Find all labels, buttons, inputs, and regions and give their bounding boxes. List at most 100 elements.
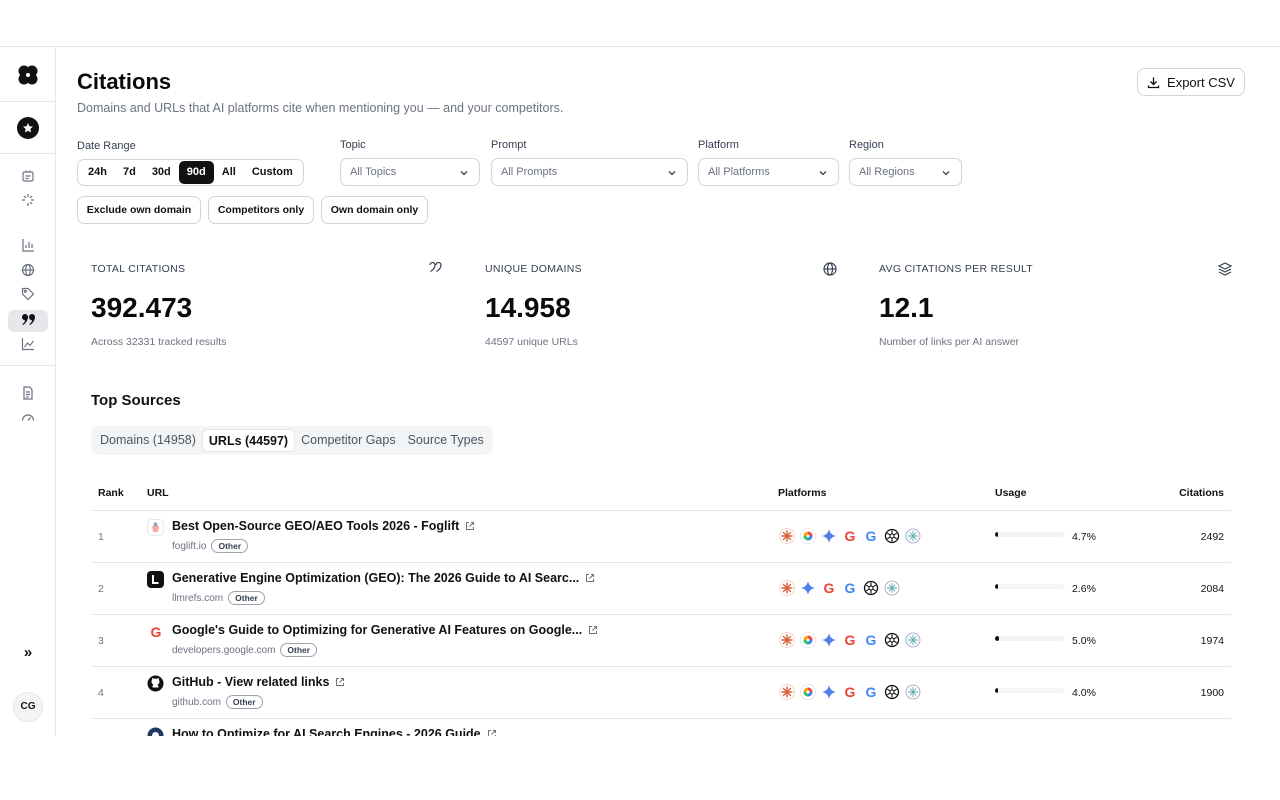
- sidebar-divider: [0, 101, 56, 102]
- tab-urls[interactable]: URLs (44597): [201, 429, 296, 452]
- date-option-all[interactable]: All: [214, 161, 244, 184]
- tab-competitor-gaps[interactable]: Competitor Gaps: [295, 429, 401, 452]
- column-usage: Usage: [995, 487, 1027, 499]
- row-rank: 3: [98, 635, 104, 647]
- row-platforms: GG: [778, 579, 901, 597]
- external-link-icon[interactable]: [335, 677, 345, 687]
- topic-label: Topic: [340, 139, 366, 151]
- sidebar-expand-button[interactable]: »: [18, 643, 38, 663]
- external-link-icon[interactable]: [487, 729, 497, 736]
- table-row[interactable]: 3 G Google's Guide to Optimizing for Gen…: [91, 615, 1231, 667]
- topic-select[interactable]: All Topics: [340, 158, 480, 186]
- llmrefs-icon: [147, 571, 164, 588]
- gemini-icon: [820, 527, 838, 545]
- sidebar-item-performance[interactable]: [18, 407, 38, 427]
- column-citations: Citations: [1179, 487, 1224, 499]
- deepseek-icon: [904, 527, 922, 545]
- foglift-icon: [147, 519, 164, 536]
- stat-value: 12.1: [879, 292, 934, 323]
- row-domain-text: llmrefs.com: [172, 592, 224, 604]
- region-select[interactable]: All Regions: [849, 158, 962, 186]
- row-domain: github.com Other: [172, 695, 263, 709]
- deepseek-icon: [883, 579, 901, 597]
- stat-label: TOTAL CITATIONS: [91, 263, 186, 275]
- external-link-icon[interactable]: [585, 573, 595, 583]
- sidebar-item-citations[interactable]: [8, 310, 48, 332]
- platform-select-value: All Platforms: [708, 166, 770, 178]
- row-rank: 1: [98, 531, 104, 543]
- page-title: Citations: [77, 69, 172, 94]
- sidebar-item-topics[interactable]: [18, 284, 38, 304]
- row-platforms: GG: [778, 631, 922, 649]
- row-url-title[interactable]: GitHub - View related links: [172, 675, 345, 689]
- sidebar-item-insights[interactable]: [18, 190, 38, 210]
- globe-icon: [823, 262, 837, 276]
- row-url-title[interactable]: How to Optimize for AI Search Engines - …: [172, 727, 497, 736]
- google-icon: G: [147, 623, 164, 640]
- layers-icon: [1217, 262, 1233, 276]
- sidebar-item-overview[interactable]: [18, 166, 38, 186]
- source-type-badge: Other: [280, 643, 318, 657]
- platform-label: Platform: [698, 139, 739, 151]
- chevron-down-icon: [460, 171, 468, 176]
- usage-bar-fill: [995, 636, 999, 641]
- region-label: Region: [849, 139, 884, 151]
- row-rank: 4: [98, 687, 104, 699]
- svg-text:G: G: [824, 580, 835, 596]
- usage-bar: [995, 688, 1065, 693]
- table-row[interactable]: 5 How to Optimize for AI Search Engines …: [91, 719, 1231, 736]
- claude-icon: [778, 527, 796, 545]
- google-icon: G: [841, 527, 859, 545]
- row-url-title[interactable]: Google's Guide to Optimizing for Generat…: [172, 623, 598, 637]
- tab-source-types[interactable]: Source Types: [402, 429, 490, 452]
- row-rank: 2: [98, 583, 104, 595]
- google-icon: G: [841, 683, 859, 701]
- user-avatar[interactable]: CG: [13, 692, 43, 722]
- competitors-only-toggle[interactable]: Competitors only: [208, 196, 314, 224]
- usage-bar: [995, 532, 1065, 537]
- date-option-30d[interactable]: 30d: [144, 161, 179, 184]
- stat-note: 44597 unique URLs: [485, 336, 578, 348]
- date-option-24h[interactable]: 24h: [80, 161, 115, 184]
- table-row[interactable]: 2 Generative Engine Optimization (GEO): …: [91, 563, 1231, 615]
- row-usage: 5.0%: [1072, 635, 1096, 647]
- clover-logo-icon[interactable]: [14, 61, 42, 89]
- svg-text:G: G: [866, 632, 877, 648]
- external-link-icon[interactable]: [588, 625, 598, 635]
- row-domain: llmrefs.com Other: [172, 591, 265, 605]
- row-usage: 2.6%: [1072, 583, 1096, 595]
- exclude-own-domain-toggle[interactable]: Exclude own domain: [77, 196, 201, 224]
- row-url-title[interactable]: Best Open-Source GEO/AEO Tools 2026 - Fo…: [172, 519, 475, 533]
- own-domain-only-toggle[interactable]: Own domain only: [321, 196, 428, 224]
- perplexity-icon: [799, 683, 817, 701]
- usage-bar-fill: [995, 688, 998, 693]
- sidebar-item-analytics[interactable]: [18, 235, 38, 255]
- sidebar-item-trends[interactable]: [18, 334, 38, 354]
- tab-domains[interactable]: Domains (14958): [94, 429, 202, 452]
- prompt-select-value: All Prompts: [501, 166, 558, 178]
- prompt-label: Prompt: [491, 139, 527, 151]
- table-header: Rank URL Platforms Usage Citations: [91, 474, 1231, 511]
- row-citations: 2084: [1200, 583, 1224, 595]
- usage-bar-fill: [995, 584, 998, 589]
- source-type-badge: Other: [228, 591, 265, 605]
- org-switcher-icon[interactable]: [17, 117, 39, 139]
- platform-select[interactable]: All Platforms: [698, 158, 839, 186]
- prompt-select[interactable]: All Prompts: [491, 158, 688, 186]
- date-option-7d[interactable]: 7d: [115, 161, 144, 184]
- urls-table: Rank URL Platforms Usage Citations 1 Bes…: [91, 474, 1231, 736]
- external-link-icon[interactable]: [465, 521, 475, 531]
- sidebar-item-reports[interactable]: [18, 383, 38, 403]
- deepseek-icon: [904, 683, 922, 701]
- row-domain: foglift.io Other: [172, 539, 249, 553]
- table-row[interactable]: 4 GitHub - View related links github.com…: [91, 667, 1231, 719]
- table-row[interactable]: 1 Best Open-Source GEO/AEO Tools 2026 - …: [91, 511, 1231, 563]
- row-url-title[interactable]: Generative Engine Optimization (GEO): Th…: [172, 571, 595, 585]
- sidebar-item-regions[interactable]: [18, 260, 38, 280]
- export-csv-button[interactable]: Export CSV: [1137, 68, 1245, 96]
- date-option-90d[interactable]: 90d: [178, 161, 214, 184]
- svg-text:G: G: [845, 528, 856, 544]
- google-ai-icon: G: [862, 527, 880, 545]
- date-option-custom[interactable]: Custom: [244, 161, 301, 184]
- perplexity-icon: [799, 527, 817, 545]
